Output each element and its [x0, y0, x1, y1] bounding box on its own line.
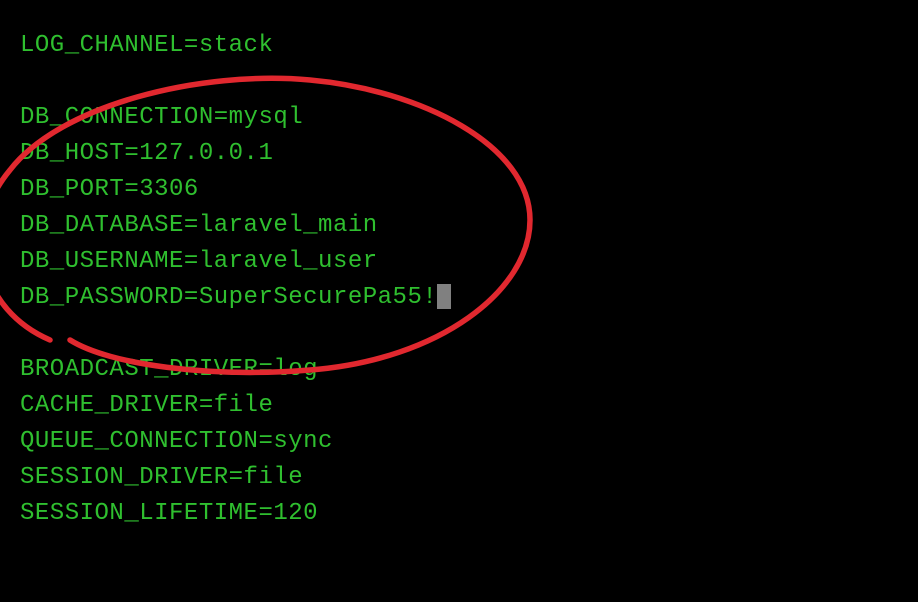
- blank-line: [20, 64, 918, 100]
- env-line-db-host: DB_HOST=127.0.0.1: [20, 136, 918, 172]
- blank-line: [20, 316, 918, 352]
- db-password-text: DB_PASSWORD=SuperSecurePa55!: [20, 284, 437, 311]
- env-line-db-username: DB_USERNAME=laravel_user: [20, 244, 918, 280]
- env-line-broadcast-driver: BROADCAST_DRIVER=log: [20, 352, 918, 388]
- env-line-db-password: DB_PASSWORD=SuperSecurePa55!: [20, 280, 918, 316]
- env-line-session-driver: SESSION_DRIVER=file: [20, 460, 918, 496]
- env-line-queue-connection: QUEUE_CONNECTION=sync: [20, 424, 918, 460]
- env-line-db-port: DB_PORT=3306: [20, 172, 918, 208]
- env-line-db-connection: DB_CONNECTION=mysql: [20, 100, 918, 136]
- env-line-cache-driver: CACHE_DRIVER=file: [20, 388, 918, 424]
- terminal-cursor: [437, 284, 451, 309]
- env-line-log-channel: LOG_CHANNEL=stack: [20, 28, 918, 64]
- env-line-session-lifetime: SESSION_LIFETIME=120: [20, 496, 918, 532]
- env-line-db-database: DB_DATABASE=laravel_main: [20, 208, 918, 244]
